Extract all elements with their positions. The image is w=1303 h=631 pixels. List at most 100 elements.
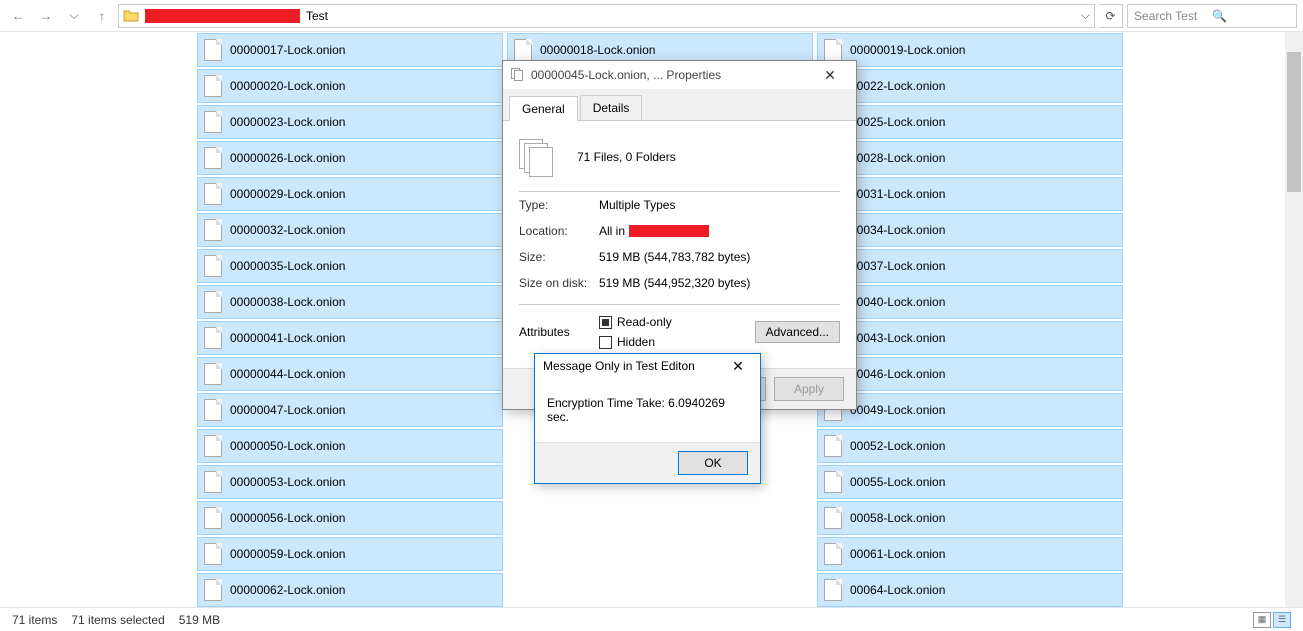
- summary-text: 71 Files, 0 Folders: [577, 150, 676, 164]
- hidden-checkbox[interactable]: Hidden: [599, 335, 672, 349]
- tab-details[interactable]: Details: [580, 95, 643, 120]
- readonly-checkbox[interactable]: Read-only: [599, 315, 672, 329]
- file-item[interactable]: 00000026-Lock.onion: [197, 141, 503, 175]
- file-label: 00043-Lock.onion: [850, 331, 945, 345]
- file-item[interactable]: 00000035-Lock.onion: [197, 249, 503, 283]
- file-item[interactable]: 00058-Lock.onion: [817, 501, 1123, 535]
- file-item[interactable]: 00052-Lock.onion: [817, 429, 1123, 463]
- file-item[interactable]: 00000029-Lock.onion: [197, 177, 503, 211]
- file-item[interactable]: 00025-Lock.onion: [817, 105, 1123, 139]
- message-body: Encryption Time Take: 6.0940269 sec.: [535, 378, 760, 442]
- file-label: 00000044-Lock.onion: [230, 367, 345, 381]
- file-icon: [204, 291, 222, 313]
- file-label: 00000032-Lock.onion: [230, 223, 345, 237]
- type-value: Multiple Types: [599, 198, 675, 212]
- file-item[interactable]: 00000017-Lock.onion: [197, 33, 503, 67]
- back-button[interactable]: ←: [6, 4, 30, 28]
- file-item[interactable]: 00043-Lock.onion: [817, 321, 1123, 355]
- file-label: 00000062-Lock.onion: [230, 583, 345, 597]
- status-count: 71 items: [12, 613, 57, 627]
- file-item[interactable]: 00028-Lock.onion: [817, 141, 1123, 175]
- file-item[interactable]: 00000053-Lock.onion: [197, 465, 503, 499]
- address-bar[interactable]: Test ⌵: [118, 4, 1095, 28]
- file-label: 00022-Lock.onion: [850, 79, 945, 93]
- file-icon: [204, 327, 222, 349]
- file-label: 00052-Lock.onion: [850, 439, 945, 453]
- file-label: 00000035-Lock.onion: [230, 259, 345, 273]
- file-label: 00040-Lock.onion: [850, 295, 945, 309]
- search-input[interactable]: Search Test 🔍: [1127, 4, 1297, 28]
- file-item[interactable]: 00000023-Lock.onion: [197, 105, 503, 139]
- file-label: 00061-Lock.onion: [850, 547, 945, 561]
- file-item[interactable]: 00040-Lock.onion: [817, 285, 1123, 319]
- file-label: 00037-Lock.onion: [850, 259, 945, 273]
- close-button[interactable]: ✕: [724, 358, 752, 375]
- close-button[interactable]: ✕: [812, 64, 848, 86]
- status-selected: 71 items selected: [71, 613, 164, 627]
- file-label: 00000053-Lock.onion: [230, 475, 345, 489]
- file-item[interactable]: 00064-Lock.onion: [817, 573, 1123, 607]
- file-item[interactable]: 00000020-Lock.onion: [197, 69, 503, 103]
- file-icon: [204, 39, 222, 61]
- file-label: 00000041-Lock.onion: [230, 331, 345, 345]
- file-label: 00000018-Lock.onion: [540, 43, 655, 57]
- file-label: 00034-Lock.onion: [850, 223, 945, 237]
- refresh-button[interactable]: ⟳: [1099, 4, 1123, 28]
- explorer-topbar: ← → ⌵ ↑ Test ⌵ ⟳ Search Test 🔍: [0, 0, 1303, 32]
- file-icon: [824, 507, 842, 529]
- size-value: 519 MB (544,783,782 bytes): [599, 250, 750, 264]
- file-item[interactable]: 00000032-Lock.onion: [197, 213, 503, 247]
- recent-dropdown[interactable]: ⌵: [62, 4, 86, 28]
- file-item[interactable]: 00034-Lock.onion: [817, 213, 1123, 247]
- file-item[interactable]: 00000038-Lock.onion: [197, 285, 503, 319]
- file-icon: [824, 543, 842, 565]
- file-item[interactable]: 00000041-Lock.onion: [197, 321, 503, 355]
- file-label: 00028-Lock.onion: [850, 151, 945, 165]
- file-item[interactable]: 00037-Lock.onion: [817, 249, 1123, 283]
- view-details[interactable]: ☰: [1273, 612, 1291, 628]
- up-button[interactable]: ↑: [90, 4, 114, 28]
- file-item[interactable]: 00031-Lock.onion: [817, 177, 1123, 211]
- chevron-down-icon[interactable]: ⌵: [1081, 8, 1090, 23]
- file-icon: [204, 111, 222, 133]
- file-item[interactable]: 00055-Lock.onion: [817, 465, 1123, 499]
- properties-titlebar[interactable]: 00000045-Lock.onion, ... Properties ✕: [503, 61, 856, 89]
- message-titlebar[interactable]: Message Only in Test Editon ✕: [535, 354, 760, 378]
- file-item[interactable]: 00022-Lock.onion: [817, 69, 1123, 103]
- file-item[interactable]: 00000047-Lock.onion: [197, 393, 503, 427]
- apply-button[interactable]: Apply: [774, 377, 844, 401]
- forward-button[interactable]: →: [34, 4, 58, 28]
- file-label: 00000056-Lock.onion: [230, 511, 345, 525]
- stacked-files-icon: [519, 139, 555, 175]
- vertical-scrollbar[interactable]: [1285, 32, 1303, 607]
- file-item[interactable]: 00000059-Lock.onion: [197, 537, 503, 571]
- file-item[interactable]: 00000044-Lock.onion: [197, 357, 503, 391]
- file-icon: [514, 39, 532, 61]
- file-item[interactable]: 00000019-Lock.onion: [817, 33, 1123, 67]
- file-label: 00058-Lock.onion: [850, 511, 945, 525]
- file-item[interactable]: 00000056-Lock.onion: [197, 501, 503, 535]
- advanced-button[interactable]: Advanced...: [755, 321, 840, 343]
- file-item[interactable]: 00049-Lock.onion: [817, 393, 1123, 427]
- file-label: 00064-Lock.onion: [850, 583, 945, 597]
- file-item[interactable]: 00046-Lock.onion: [817, 357, 1123, 391]
- file-label: 00046-Lock.onion: [850, 367, 945, 381]
- file-item[interactable]: 00000050-Lock.onion: [197, 429, 503, 463]
- file-label: 00000029-Lock.onion: [230, 187, 345, 201]
- file-icon: [204, 579, 222, 601]
- file-icon: [204, 255, 222, 277]
- message-dialog: Message Only in Test Editon ✕ Encryption…: [534, 353, 761, 484]
- file-icon: [824, 471, 842, 493]
- size-on-disk-value: 519 MB (544,952,320 bytes): [599, 276, 750, 290]
- file-label: 00055-Lock.onion: [850, 475, 945, 489]
- file-icon: [824, 579, 842, 601]
- file-item[interactable]: 00061-Lock.onion: [817, 537, 1123, 571]
- tab-general[interactable]: General: [509, 96, 578, 121]
- ok-button[interactable]: OK: [678, 451, 748, 475]
- file-item[interactable]: 00000062-Lock.onion: [197, 573, 503, 607]
- status-bar: 71 items 71 items selected 519 MB ▦ ☰: [0, 607, 1303, 631]
- location-value: All in: [599, 224, 709, 238]
- file-label: 00000050-Lock.onion: [230, 439, 345, 453]
- view-large-icons[interactable]: ▦: [1253, 612, 1271, 628]
- file-label: 00049-Lock.onion: [850, 403, 945, 417]
